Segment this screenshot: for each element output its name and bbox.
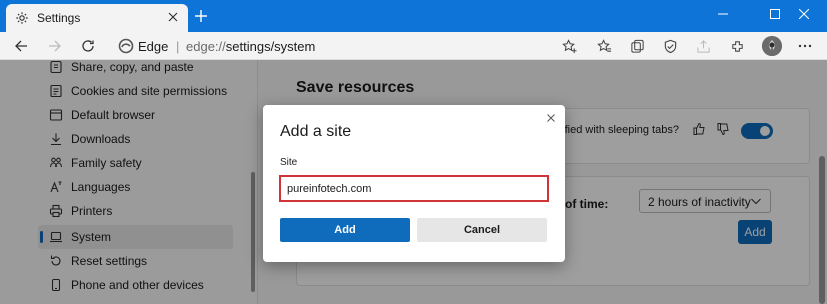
collections-icon[interactable] (628, 37, 646, 55)
close-window-icon[interactable] (781, 0, 827, 28)
site-input[interactable] (279, 175, 549, 202)
dialog-title: Add a site (280, 123, 352, 140)
site-field-label: Site (280, 157, 298, 168)
tab-settings[interactable]: Settings (6, 4, 188, 32)
refresh-icon[interactable] (79, 37, 97, 55)
edge-logo-icon (118, 38, 134, 54)
site-name: Edge (138, 39, 169, 54)
profile-avatar[interactable] (762, 36, 782, 56)
forward-arrow-icon[interactable] (46, 37, 64, 55)
url-text: edge://settings/system (186, 39, 315, 54)
extensions-icon[interactable] (728, 37, 746, 55)
shield-icon[interactable] (661, 37, 679, 55)
address-separator: | (176, 39, 180, 54)
favorite-add-icon[interactable] (560, 37, 578, 55)
title-bar: Settings (0, 0, 827, 32)
favorites-icon[interactable] (595, 37, 613, 55)
cancel-button[interactable]: Cancel (417, 218, 547, 242)
add-button[interactable]: Add (280, 218, 410, 242)
back-arrow-icon[interactable] (12, 37, 30, 55)
close-tab-icon[interactable] (166, 10, 180, 24)
new-tab-icon[interactable] (193, 8, 209, 24)
close-icon[interactable] (545, 112, 557, 124)
gear-icon (14, 10, 30, 26)
share-icon[interactable] (694, 37, 712, 55)
address-bar[interactable]: Edge | edge://settings/system (110, 35, 586, 57)
add-site-dialog: Add a site Site Add Cancel (263, 105, 565, 262)
url-path: settings/system (225, 39, 316, 54)
minimize-icon[interactable] (700, 0, 746, 28)
tab-title: Settings (37, 11, 81, 25)
more-icon[interactable] (796, 37, 814, 55)
url-prefix: edge:// (186, 39, 226, 54)
